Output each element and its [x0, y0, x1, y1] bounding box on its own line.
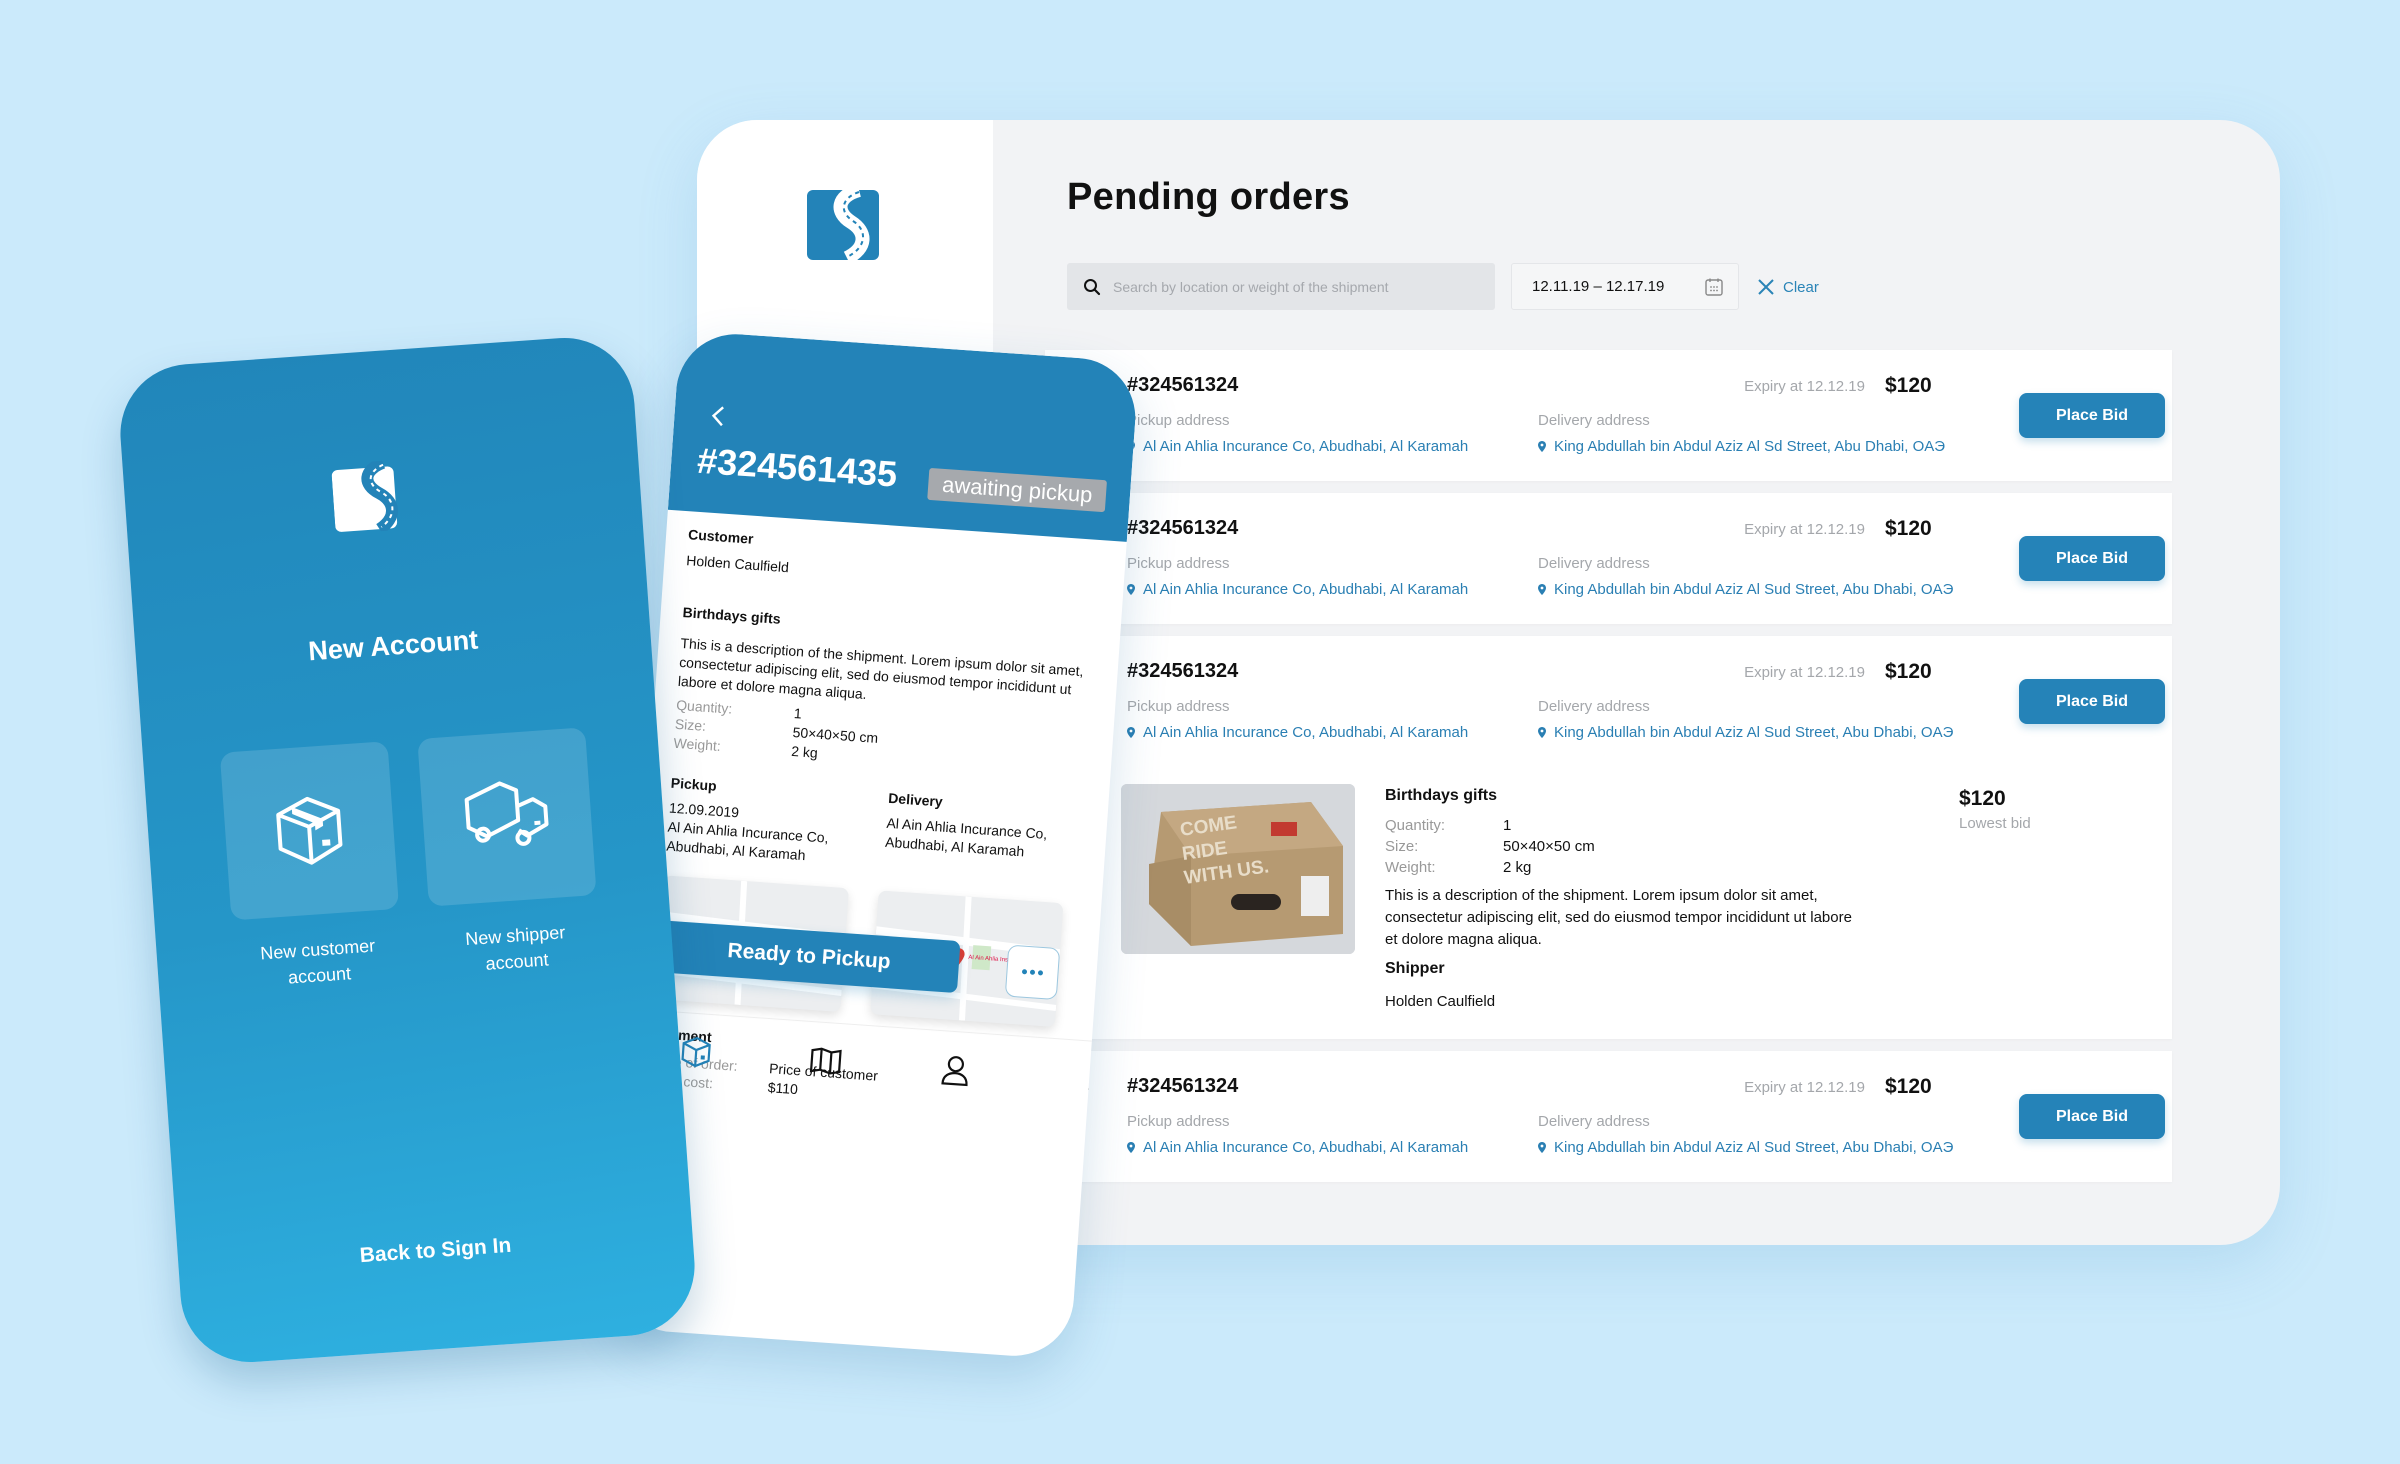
order-detail-header: #324561435 awaiting pickup	[667, 330, 1140, 542]
shipment-description: This is a description of the shipment. L…	[1385, 887, 1852, 948]
orders-list: #324561324 Expiry at 12.12.19 $120 Picku…	[1045, 350, 2172, 1194]
delivery-address: Al Ain Ahlia Incurance Co, Abudhabi, Al …	[884, 814, 1048, 860]
place-bid-button[interactable]: Place Bid	[2019, 393, 2165, 438]
size-value: 50×40×50 cm	[1503, 838, 1595, 855]
place-bid-button[interactable]: Place Bid	[2019, 536, 2165, 581]
parcel-photo: COME RIDE WITH US.	[1121, 784, 1355, 954]
shipment-specs: Quantity: 1 Size: 50×40×50 cm Weight: 2 kg	[1385, 817, 1595, 876]
shipper-label: Shipper	[1385, 960, 1445, 977]
order-price: $120	[1885, 374, 1932, 397]
order-expiry: Expiry at 12.12.19	[1744, 521, 1865, 538]
delivery-address[interactable]: King Abdullah bin Abdul Aziz Al Sud Stre…	[1538, 581, 1953, 598]
pickup-address[interactable]: Al Ain Ahlia Incurance Co, Abudhabi, Al …	[1127, 1139, 1468, 1156]
pickup-address[interactable]: Al Ain Ahlia Incurance Co, Abudhabi, Al …	[1127, 581, 1468, 598]
order-row: #324561324 Expiry at 12.12.19 $120 Picku…	[1045, 493, 2172, 624]
date-range-value: 12.11.19 – 12.17.19	[1532, 278, 1665, 295]
customer-name: Holden Caulfield	[685, 552, 790, 576]
place-bid-button[interactable]: Place Bid	[2019, 1094, 2165, 1139]
bottom-nav	[624, 1008, 1092, 1161]
location-pin-icon	[1127, 727, 1135, 738]
order-price: $120	[1885, 1075, 1932, 1098]
search-input[interactable]	[1113, 278, 1473, 295]
shipper-name: Holden Caulfield	[1385, 993, 1496, 1010]
order-row: #324561324 Expiry at 12.12.19 $120 Picku…	[1045, 1051, 2172, 1182]
pickup-label: Pickup address	[1127, 1113, 1230, 1130]
delivery-label: Delivery address	[1538, 1113, 1650, 1130]
search-field[interactable]	[1067, 263, 1495, 310]
shipment-title: Birthdays gifts	[682, 604, 782, 627]
more-dots-icon	[1022, 969, 1043, 976]
new-account-title: New Account	[307, 624, 480, 667]
order-number: #324561435	[695, 439, 899, 495]
clear-label: Clear	[1783, 278, 1819, 296]
clear-button[interactable]: Clear	[1757, 272, 1819, 302]
order-expiry: Expiry at 12.12.19	[1744, 378, 1865, 395]
order-price: $120	[1885, 660, 1932, 683]
pickup-address[interactable]: Al Ain Ahlia Incurance Co, Abudhabi, Al …	[1127, 724, 1468, 741]
delivery-label: Delivery address	[1538, 412, 1650, 429]
truck-icon	[464, 781, 549, 846]
lowest-bid: $120 Lowest bid	[1959, 787, 2031, 832]
page-title: Pending orders	[1067, 176, 1350, 218]
pickup-section: Pickup 12.09.2019 Al Ain Ahlia Incurance…	[666, 774, 861, 869]
status-badge: awaiting pickup	[927, 467, 1108, 513]
more-options-button[interactable]	[1004, 944, 1061, 1001]
app-logo-icon	[807, 190, 879, 260]
date-range-picker[interactable]: 12.11.19 – 12.17.19	[1511, 263, 1739, 310]
shipment-title: Birthdays gifts	[1385, 787, 1498, 804]
quantity-value: 1	[793, 705, 803, 722]
location-pin-icon	[1538, 727, 1546, 738]
delivery-label: Delivery address	[1538, 555, 1650, 572]
delivery-address[interactable]: King Abdullah bin Abdul Aziz Al Sd Stree…	[1538, 438, 1945, 455]
main-content: Pending orders 12.11.19 – 12.17.19 Clea	[993, 120, 2280, 1245]
order-id: #324561324	[1127, 517, 1239, 539]
nav-profile-icon[interactable]	[936, 1051, 974, 1089]
calendar-icon[interactable]	[1704, 277, 1724, 297]
pickup-label: Pickup address	[1127, 412, 1230, 429]
order-expiry: Expiry at 12.12.19	[1744, 664, 1865, 681]
order-row: #324561324 Expiry at 12.12.19 $120 Picku…	[1045, 350, 2172, 481]
new-account-phone: New Account New customer account New shi…	[115, 333, 700, 1367]
order-expiry: Expiry at 12.12.19	[1744, 1079, 1865, 1096]
location-pin-icon	[1127, 1142, 1135, 1153]
new-customer-label: New customer account	[259, 935, 376, 988]
back-to-sign-in-link[interactable]: Back to Sign In	[178, 1221, 693, 1281]
delivery-section: Delivery Al Ain Ahlia Incurance Co, Abud…	[885, 789, 1079, 865]
place-bid-button[interactable]: Place Bid	[2019, 679, 2165, 724]
nav-orders-icon[interactable]	[677, 1033, 715, 1071]
pickup-label: Pickup address	[1127, 555, 1230, 572]
close-icon	[1758, 279, 1774, 295]
delivery-label: Delivery address	[1538, 698, 1650, 715]
order-id: #324561324	[1127, 1075, 1239, 1097]
location-pin-icon	[1538, 441, 1546, 452]
new-customer-account-tile[interactable]	[219, 741, 400, 921]
new-shipper-account-tile[interactable]	[417, 727, 597, 907]
shipment-specs: Quantity: 1 Size: 50×40×50 cm Weight: 2 kg	[673, 696, 879, 761]
lowest-bid-value: $120	[1959, 787, 2006, 810]
new-shipper-label: New shipper account	[464, 922, 566, 974]
app-logo-icon	[331, 459, 398, 535]
back-arrow-icon[interactable]	[708, 402, 730, 429]
weight-value: 2 kg	[790, 742, 819, 761]
location-pin-icon	[1127, 584, 1135, 595]
quantity-value: 1	[1503, 817, 1512, 834]
search-icon	[1084, 278, 1101, 295]
order-row-expanded: #324561324 Expiry at 12.12.19 $120 Picku…	[1045, 636, 2172, 1039]
box-icon	[276, 796, 343, 865]
order-price: $120	[1885, 517, 1932, 540]
weight-value: 2 kg	[1503, 859, 1532, 876]
order-id: #324561324	[1127, 660, 1239, 682]
customer-label: Customer	[687, 526, 754, 547]
delivery-address[interactable]: King Abdullah bin Abdul Aziz Al Sud Stre…	[1538, 724, 1953, 741]
lowest-bid-label: Lowest bid	[1959, 815, 2031, 832]
order-id: #324561324	[1127, 374, 1239, 396]
location-pin-icon	[1538, 584, 1546, 595]
pickup-label: Pickup address	[1127, 698, 1230, 715]
nav-map-icon[interactable]	[807, 1042, 845, 1080]
pickup-address[interactable]: Al Ain Ahlia Incurance Co, Abudhabi, Al …	[1127, 438, 1468, 455]
location-pin-icon	[1538, 1142, 1546, 1153]
order-detail-panel: COME RIDE WITH US. Birthdays gifts Quant…	[1045, 767, 2172, 1039]
delivery-address[interactable]: King Abdullah bin Abdul Aziz Al Sud Stre…	[1538, 1139, 1953, 1156]
